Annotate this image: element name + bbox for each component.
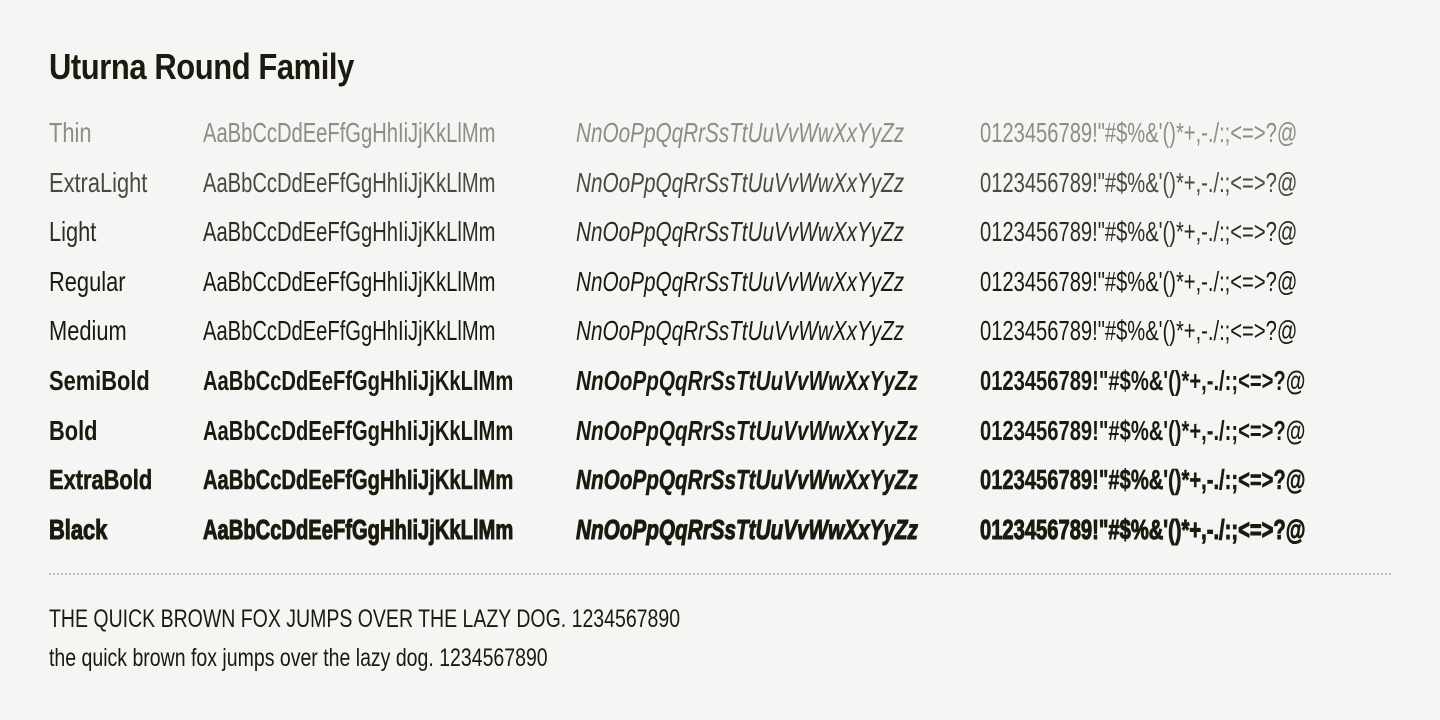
glyph-sample-n-z: NnOoPpQqRrSsTtUuVvWwXxYyZz <box>576 414 918 446</box>
glyph-sample-figures: 0123456789!"#$%&'()*+,-./:;<=>?@ <box>980 315 1298 347</box>
glyph-sample-n-z: NnOoPpQqRrSsTtUuVvWwXxYyZz <box>576 166 905 198</box>
weight-name: Bold <box>49 414 98 446</box>
glyph-sample-n-z: NnOoPpQqRrSsTtUuVvWwXxYyZz <box>576 513 919 545</box>
glyph-sample-a-m: AaBbCcDdEeFfGgHhIiJjKkLlMm <box>203 216 496 248</box>
glyph-sample-figures: 0123456789!"#$%&'()*+,-./:;<=>?@ <box>980 464 1306 496</box>
weight-specimen-list: Thin AaBbCcDdEeFfGgHhIiJjKkLlMm NnOoPpQq… <box>0 110 1440 556</box>
glyph-sample-n-z: NnOoPpQqRrSsTtUuVvWwXxYyZz <box>576 216 905 248</box>
glyph-sample-a-m: AaBbCcDdEeFfGgHhIiJjKkLlMm <box>203 117 496 148</box>
glyph-sample-a-m: AaBbCcDdEeFfGgHhIiJjKkLlMm <box>203 364 514 396</box>
glyph-sample-n-z: NnOoPpQqRrSsTtUuVvWwXxYyZz <box>576 117 905 148</box>
weight-row-extralight: ExtraLight AaBbCcDdEeFfGgHhIiJjKkLlMm Nn… <box>0 160 1440 210</box>
weight-name: ExtraLight <box>49 166 148 198</box>
weight-row-semibold: SemiBold AaBbCcDdEeFfGgHhIiJjKkLlMm NnOo… <box>0 358 1440 408</box>
glyph-sample-figures: 0123456789!"#$%&'()*+,-./:;<=>?@ <box>980 414 1306 446</box>
glyph-sample-figures: 0123456789!"#$%&'()*+,-./:;<=>?@ <box>980 513 1306 545</box>
weight-row-black: Black AaBbCcDdEeFfGgHhIiJjKkLlMm NnOoPpQ… <box>0 507 1440 557</box>
weight-row-regular: Regular AaBbCcDdEeFfGgHhIiJjKkLlMm NnOoP… <box>0 259 1440 309</box>
weight-name: Thin <box>49 117 92 148</box>
weight-row-bold: Bold AaBbCcDdEeFfGgHhIiJjKkLlMm NnOoPpQq… <box>0 408 1440 458</box>
glyph-sample-figures: 0123456789!"#$%&'()*+,-./:;<=>?@ <box>980 216 1298 248</box>
glyph-sample-figures: 0123456789!"#$%&'()*+,-./:;<=>?@ <box>980 364 1306 396</box>
weight-name: SemiBold <box>49 364 150 396</box>
page-title: Uturna Round Family <box>49 46 354 87</box>
glyph-sample-a-m: AaBbCcDdEeFfGgHhIiJjKkLlMm <box>203 513 514 545</box>
pangram-lowercase: the quick brown fox jumps over the lazy … <box>49 644 548 672</box>
glyph-sample-a-m: AaBbCcDdEeFfGgHhIiJjKkLlMm <box>203 414 514 446</box>
weight-name: Medium <box>49 315 127 347</box>
weight-row-light: Light AaBbCcDdEeFfGgHhIiJjKkLlMm NnOoPpQ… <box>0 209 1440 259</box>
glyph-sample-figures: 0123456789!"#$%&'()*+,-./:;<=>?@ <box>980 166 1298 198</box>
weight-name: Light <box>49 216 97 248</box>
weight-name: Black <box>49 513 108 545</box>
glyph-sample-n-z: NnOoPpQqRrSsTtUuVvWwXxYyZz <box>576 364 918 396</box>
glyph-sample-n-z: NnOoPpQqRrSsTtUuVvWwXxYyZz <box>576 265 905 297</box>
weight-name: Regular <box>49 265 126 297</box>
weight-name: ExtraBold <box>49 464 153 496</box>
glyph-sample-a-m: AaBbCcDdEeFfGgHhIiJjKkLlMm <box>203 315 496 347</box>
glyph-sample-n-z: NnOoPpQqRrSsTtUuVvWwXxYyZz <box>576 315 905 347</box>
weight-row-extrabold: ExtraBold AaBbCcDdEeFfGgHhIiJjKkLlMm NnO… <box>0 457 1440 507</box>
glyph-sample-a-m: AaBbCcDdEeFfGgHhIiJjKkLlMm <box>203 464 514 496</box>
dotted-divider <box>49 573 1391 575</box>
glyph-sample-a-m: AaBbCcDdEeFfGgHhIiJjKkLlMm <box>203 166 496 198</box>
glyph-sample-figures: 0123456789!"#$%&'()*+,-./:;<=>?@ <box>980 117 1298 148</box>
glyph-sample-figures: 0123456789!"#$%&'()*+,-./:;<=>?@ <box>980 265 1298 297</box>
pangram-uppercase: THE QUICK BROWN FOX JUMPS OVER THE LAZY … <box>49 605 681 633</box>
weight-row-medium: Medium AaBbCcDdEeFfGgHhIiJjKkLlMm NnOoPp… <box>0 308 1440 358</box>
weight-row-thin: Thin AaBbCcDdEeFfGgHhIiJjKkLlMm NnOoPpQq… <box>0 110 1440 160</box>
glyph-sample-a-m: AaBbCcDdEeFfGgHhIiJjKkLlMm <box>203 265 496 297</box>
glyph-sample-n-z: NnOoPpQqRrSsTtUuVvWwXxYyZz <box>576 464 918 496</box>
